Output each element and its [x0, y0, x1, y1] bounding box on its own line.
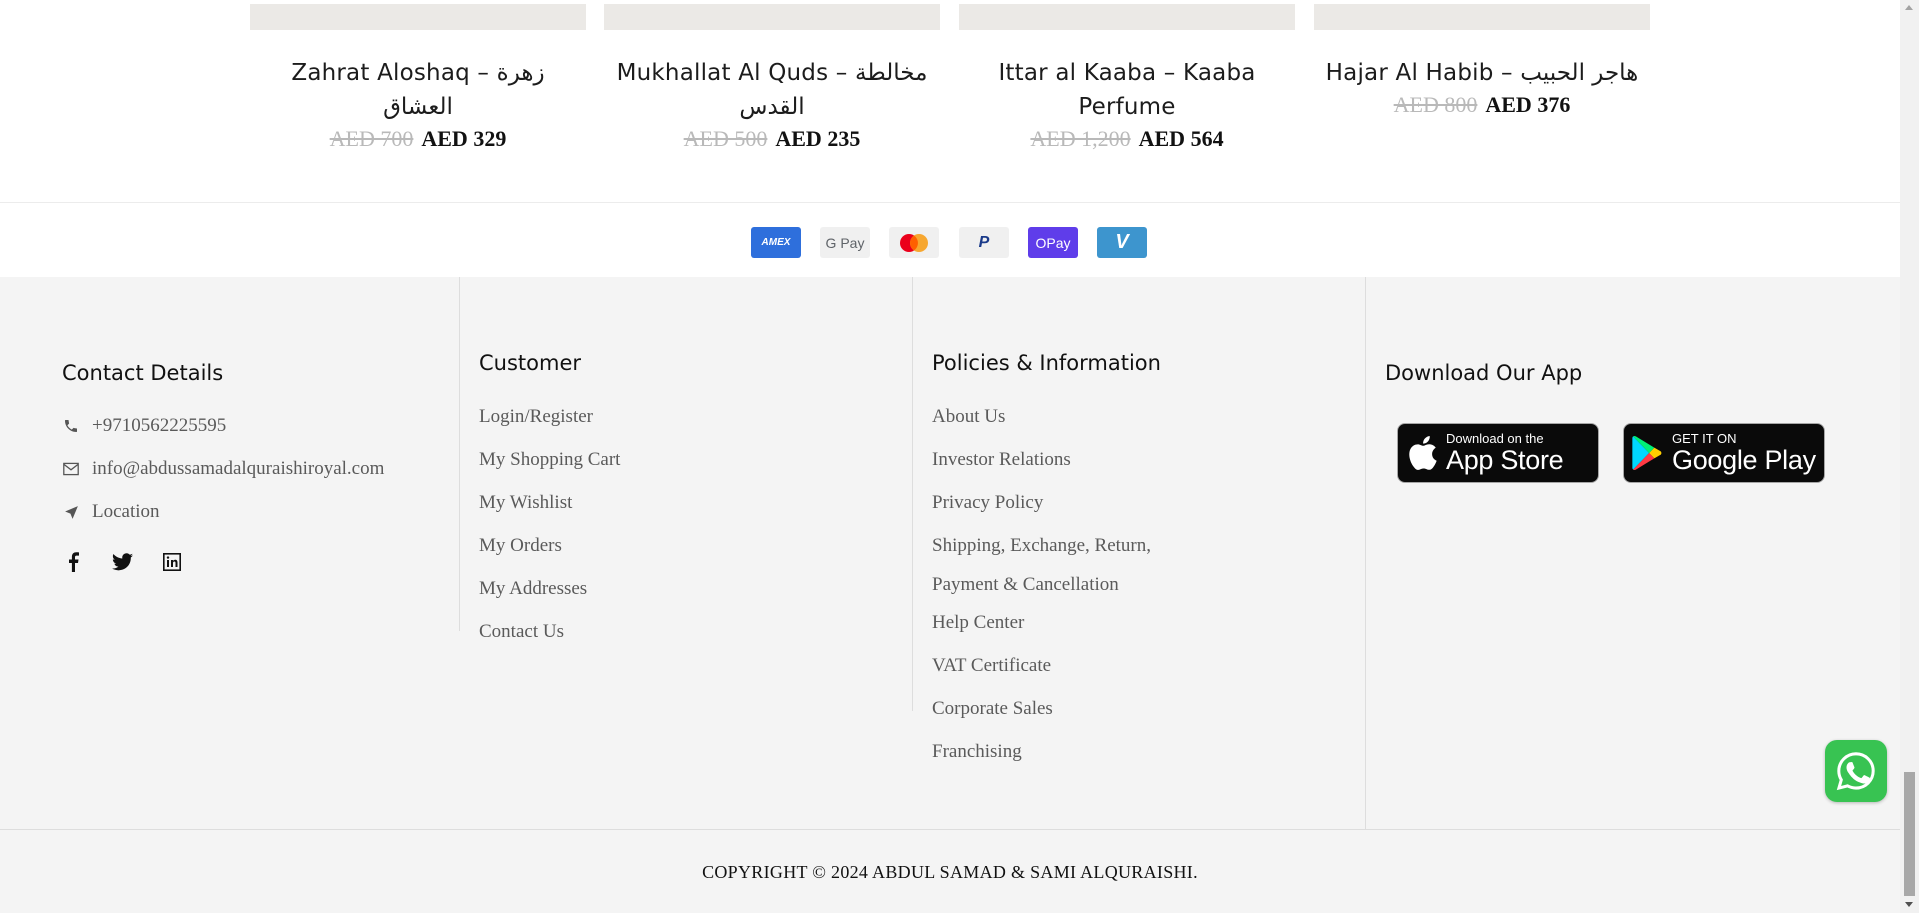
email-address[interactable]: info@abdussamadalquraishiroyal.com: [92, 458, 384, 480]
sale-price: AED 376: [1485, 92, 1571, 117]
envelope-icon: [62, 460, 80, 478]
facebook-icon[interactable]: [62, 551, 84, 573]
sale-price: AED 235: [775, 126, 861, 151]
product-image[interactable]: [604, 4, 940, 30]
google-pay-icon: G Pay: [820, 227, 870, 258]
location-link[interactable]: Location: [92, 501, 160, 523]
app-store-caption: Download on the: [1446, 431, 1544, 446]
product-strip: Zahrat Aloshaq – زهرة العشاق AED 700 AED …: [0, 0, 1900, 202]
payment-methods: AMEX G Pay P OPay V: [0, 203, 1900, 277]
payment-cancellation-link[interactable]: Payment & Cancellation: [932, 574, 1119, 596]
download-app-title: Download Our App: [1385, 361, 1583, 385]
location-arrow-icon: [62, 503, 80, 521]
scroll-down-arrow-icon[interactable]: [1905, 902, 1913, 907]
column-divider: [459, 277, 460, 631]
contact-location[interactable]: Location: [62, 501, 160, 523]
whatsapp-chat-button[interactable]: [1825, 740, 1887, 802]
franchising-link[interactable]: Franchising: [932, 741, 1022, 763]
corporate-sales-link[interactable]: Corporate Sales: [932, 698, 1053, 720]
google-play-icon: [1624, 435, 1672, 471]
shipping-policy-link[interactable]: Shipping, Exchange, Return,: [932, 535, 1151, 557]
scroll-up-arrow-icon[interactable]: [1905, 5, 1913, 10]
product-price: AED 700 AED 329: [250, 126, 586, 152]
google-play-button[interactable]: GET IT ON Google Play: [1623, 423, 1825, 483]
contact-email[interactable]: info@abdussamadalquraishiroyal.com: [62, 458, 384, 480]
product-name[interactable]: Mukhallat Al Quds – مخالطة القدس: [604, 56, 940, 124]
amex-icon: AMEX: [751, 227, 801, 258]
phone-number[interactable]: +9710562225595: [92, 415, 226, 437]
venmo-icon: V: [1097, 227, 1147, 258]
column-divider: [912, 277, 913, 711]
product-price: AED 500 AED 235: [604, 126, 940, 152]
scrollbar-thumb[interactable]: [1904, 772, 1915, 896]
product-image[interactable]: [250, 4, 586, 30]
phone-icon: [62, 417, 80, 435]
column-divider: [1365, 277, 1366, 829]
copyright-text: COPYRIGHT © 2024 ABDUL SAMAD & SAMI ALQU…: [702, 862, 1198, 882]
contact-us-link[interactable]: Contact Us: [479, 621, 564, 643]
product-price: AED 1,200 AED 564: [959, 126, 1295, 152]
wishlist-link[interactable]: My Wishlist: [479, 492, 572, 514]
sale-price: AED 564: [1138, 126, 1224, 151]
addresses-link[interactable]: My Addresses: [479, 578, 587, 600]
product-name[interactable]: Zahrat Aloshaq – زهرة العشاق: [250, 56, 586, 124]
policies-title: Policies & Information: [932, 351, 1161, 375]
sale-price: AED 329: [421, 126, 507, 151]
help-center-link[interactable]: Help Center: [932, 612, 1024, 634]
product-name[interactable]: Ittar al Kaaba – Kaaba Perfume: [959, 56, 1295, 124]
investor-relations-link[interactable]: Investor Relations: [932, 449, 1071, 471]
privacy-policy-link[interactable]: Privacy Policy: [932, 492, 1043, 514]
product-card[interactable]: Mukhallat Al Quds – مخالطة القدس AED 500…: [604, 4, 940, 152]
paypal-icon: P: [959, 227, 1009, 258]
old-price: AED 1,200: [1030, 126, 1131, 151]
app-store-label: App Store: [1446, 445, 1564, 475]
product-price: AED 800 AED 376: [1314, 92, 1650, 118]
page-scrollbar[interactable]: [1900, 0, 1919, 913]
product-image[interactable]: [959, 4, 1295, 30]
contact-details-title: Contact Details: [62, 361, 224, 385]
product-card[interactable]: Ittar al Kaaba – Kaaba Perfume AED 1,200…: [959, 4, 1295, 152]
vat-certificate-link[interactable]: VAT Certificate: [932, 655, 1051, 677]
orders-link[interactable]: My Orders: [479, 535, 562, 557]
twitter-icon[interactable]: [111, 551, 133, 573]
shopping-cart-link[interactable]: My Shopping Cart: [479, 449, 620, 471]
app-store-button[interactable]: Download on the App Store: [1397, 423, 1599, 483]
old-price: AED 800: [1393, 92, 1478, 117]
old-price: AED 700: [329, 126, 414, 151]
product-card[interactable]: Zahrat Aloshaq – زهرة العشاق AED 700 AED …: [250, 4, 586, 152]
google-play-caption: GET IT ON: [1672, 431, 1737, 446]
whatsapp-icon: [1836, 752, 1875, 791]
google-play-label: Google Play: [1672, 445, 1816, 475]
opay-icon: OPay: [1028, 227, 1078, 258]
product-name[interactable]: Hajar Al Habib – هاجر الحبيب: [1314, 56, 1650, 90]
mastercard-icon: [889, 227, 939, 258]
apple-icon: [1398, 434, 1446, 472]
product-image[interactable]: [1314, 4, 1650, 30]
customer-title: Customer: [479, 351, 582, 375]
site-footer: Contact Details +9710562225595 info@abdu…: [0, 277, 1900, 829]
login-register-link[interactable]: Login/Register: [479, 406, 593, 428]
copyright-bar: COPYRIGHT © 2024 ABDUL SAMAD & SAMI ALQU…: [0, 830, 1900, 913]
product-card[interactable]: Hajar Al Habib – هاجر الحبيب AED 800 AED …: [1314, 4, 1650, 118]
contact-phone[interactable]: +9710562225595: [62, 415, 226, 437]
linkedin-icon[interactable]: [161, 551, 183, 573]
old-price: AED 500: [683, 126, 768, 151]
about-us-link[interactable]: About Us: [932, 406, 1005, 428]
